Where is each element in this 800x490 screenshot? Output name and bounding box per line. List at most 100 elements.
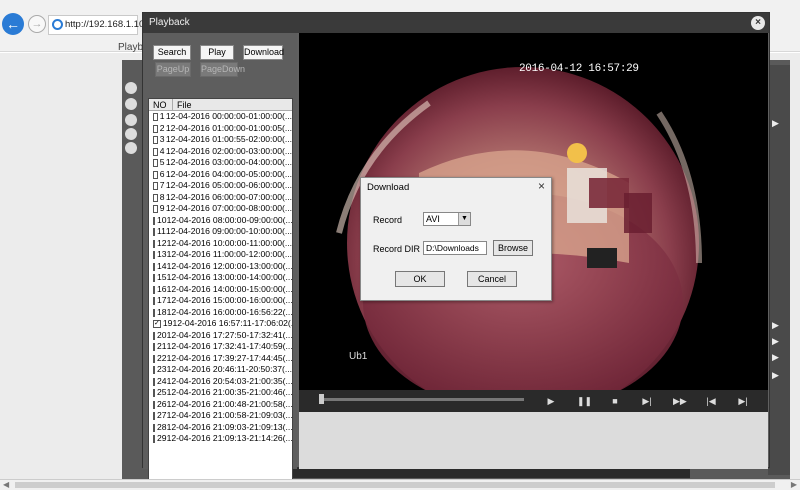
step-forward-icon[interactable]: ▶| xyxy=(641,395,653,407)
scrollbar-thumb[interactable] xyxy=(15,482,775,488)
scroll-right-icon[interactable]: ▶ xyxy=(791,480,797,489)
row-checkbox[interactable]: ✓ xyxy=(153,320,161,328)
list-item[interactable]: 16 12-04-2016 14:00:00-15:00:00(... xyxy=(149,284,292,296)
row-checkbox[interactable] xyxy=(153,389,155,397)
row-checkbox[interactable] xyxy=(153,308,155,317)
record-dir-field[interactable]: D:\Downloads xyxy=(423,241,487,255)
stop-icon[interactable]: ■ xyxy=(609,395,621,407)
row-checkbox[interactable] xyxy=(153,239,155,248)
list-item[interactable]: 28 12-04-2016 21:09:03-21:09:13(... xyxy=(149,422,292,434)
column-header-no[interactable]: NO xyxy=(149,99,173,110)
right-arrow-icon[interactable]: ▶ xyxy=(772,336,784,346)
row-checkbox[interactable] xyxy=(153,170,158,179)
row-checkbox[interactable] xyxy=(153,147,158,156)
list-item[interactable]: 22 12-04-2016 17:39:27-17:44:45(... xyxy=(149,353,292,365)
scroll-left-icon[interactable]: ◀ xyxy=(3,480,9,489)
row-checkbox[interactable] xyxy=(153,124,158,133)
list-item[interactable]: 3 12-04-2016 01:00:55-02:00:00(... xyxy=(149,134,292,146)
row-checkbox[interactable] xyxy=(153,297,155,305)
cancel-button[interactable]: Cancel xyxy=(467,271,517,287)
list-item[interactable]: 24 12-04-2016 20:54:03-21:00:35(... xyxy=(149,376,292,388)
list-item[interactable]: 2 12-04-2016 01:00:00-01:00:05(... xyxy=(149,123,292,135)
row-checkbox[interactable] xyxy=(153,274,155,282)
seek-bar[interactable] xyxy=(319,398,524,401)
column-header-file[interactable]: File xyxy=(173,99,192,110)
list-item[interactable]: 7 12-04-2016 05:00:00-06:00:00(... xyxy=(149,180,292,192)
next-icon[interactable]: ▶| xyxy=(737,395,749,407)
list-item[interactable]: ✓ 19 12-04-2016 16:57:11-17:06:02(... xyxy=(149,318,292,330)
right-arrow-icon[interactable]: ▶ xyxy=(772,320,784,330)
list-item[interactable]: 5 12-04-2016 03:00:00-04:00:00(... xyxy=(149,157,292,169)
browse-button[interactable]: Browse xyxy=(493,240,533,256)
horizontal-scrollbar[interactable]: ◀ ▶ xyxy=(0,479,800,490)
row-checkbox[interactable] xyxy=(153,423,155,432)
list-item[interactable]: 17 12-04-2016 15:00:00-16:00:00(... xyxy=(149,295,292,307)
row-checkbox[interactable] xyxy=(153,182,158,190)
right-arrow-icon[interactable]: ▶ xyxy=(772,352,784,362)
row-checkbox[interactable] xyxy=(153,331,155,340)
forward-arrow-icon[interactable]: → xyxy=(28,15,46,33)
tool-icon[interactable] xyxy=(125,82,137,94)
play-icon[interactable]: ▶ xyxy=(545,395,557,407)
record-format-select[interactable]: AVI ▼ xyxy=(423,212,471,226)
list-item[interactable]: 20 12-04-2016 17:27:50-17:32:41(... xyxy=(149,330,292,342)
right-arrow-icon[interactable]: ▶ xyxy=(772,118,784,128)
back-arrow-icon[interactable]: ← xyxy=(2,13,24,35)
list-item[interactable]: 21 12-04-2016 17:32:41-17:40:59(... xyxy=(149,341,292,353)
tool-icon[interactable] xyxy=(125,142,137,154)
list-item[interactable]: 4 12-04-2016 02:00:00-03:00:00(... xyxy=(149,146,292,158)
tool-icon[interactable] xyxy=(125,98,137,110)
search-button[interactable]: Search xyxy=(153,45,191,60)
seek-handle[interactable] xyxy=(319,394,324,404)
previous-icon[interactable]: |◀ xyxy=(705,395,717,407)
row-checkbox[interactable] xyxy=(153,159,158,167)
tool-icon[interactable] xyxy=(125,128,137,140)
address-bar[interactable]: http://192.168.1.10/ xyxy=(48,15,147,35)
list-item[interactable]: 26 12-04-2016 21:00:48-21:00:58(... xyxy=(149,399,292,411)
row-checkbox[interactable] xyxy=(153,113,158,121)
row-checkbox[interactable] xyxy=(153,251,155,259)
row-checkbox[interactable] xyxy=(153,136,158,144)
row-checkbox[interactable] xyxy=(153,193,158,202)
list-item[interactable]: 12 12-04-2016 10:00:00-11:00:00(... xyxy=(149,238,292,250)
page-down-button[interactable]: PageDown xyxy=(200,62,245,77)
row-checkbox[interactable] xyxy=(153,400,155,409)
play-button[interactable]: Play xyxy=(200,45,234,60)
list-item[interactable]: 9 12-04-2016 07:00:00-08:00:00(... xyxy=(149,203,292,215)
list-item[interactable]: 1 12-04-2016 00:00:00-01:00:00(... xyxy=(149,111,292,123)
list-item[interactable]: 14 12-04-2016 12:00:00-13:00:00(... xyxy=(149,261,292,273)
list-item[interactable]: 15 12-04-2016 13:00:00-14:00:00(... xyxy=(149,272,292,284)
list-item[interactable]: 18 12-04-2016 16:00:00-16:56:22(... xyxy=(149,307,292,319)
ok-button[interactable]: OK xyxy=(395,271,445,287)
list-item[interactable]: 23 12-04-2016 20:46:11-20:50:37(... xyxy=(149,364,292,376)
row-checkbox[interactable] xyxy=(153,216,155,225)
list-item[interactable]: 6 12-04-2016 04:00:00-05:00:00(... xyxy=(149,169,292,181)
row-checkbox[interactable] xyxy=(153,412,155,420)
row-checkbox[interactable] xyxy=(153,343,155,351)
list-item[interactable]: 27 12-04-2016 21:00:58-21:09:03(... xyxy=(149,410,292,422)
row-checkbox[interactable] xyxy=(153,205,158,213)
right-arrow-icon[interactable]: ▶ xyxy=(772,370,784,380)
list-item[interactable]: 25 12-04-2016 21:00:35-21:00:46(... xyxy=(149,387,292,399)
row-checkbox[interactable] xyxy=(153,377,155,386)
download-button[interactable]: Download xyxy=(243,45,284,60)
chevron-down-icon[interactable]: ▼ xyxy=(458,213,470,225)
row-checkbox[interactable] xyxy=(153,285,155,294)
list-item[interactable]: 13 12-04-2016 11:00:00-12:00:00(... xyxy=(149,249,292,261)
list-item[interactable]: 11 12-04-2016 09:00:00-10:00:00(... xyxy=(149,226,292,238)
row-number: 27 xyxy=(157,410,167,420)
row-checkbox[interactable] xyxy=(153,366,155,374)
row-checkbox[interactable] xyxy=(153,435,155,443)
close-icon[interactable]: × xyxy=(751,16,765,30)
close-icon[interactable]: × xyxy=(538,179,545,193)
row-checkbox[interactable] xyxy=(153,228,155,236)
page-up-button[interactable]: PageUp xyxy=(155,62,191,77)
list-item[interactable]: 8 12-04-2016 06:00:00-07:00:00(... xyxy=(149,192,292,204)
row-checkbox[interactable] xyxy=(153,262,155,271)
list-item[interactable]: 29 12-04-2016 21:09:13-21:14:26(... xyxy=(149,433,292,445)
row-checkbox[interactable] xyxy=(153,354,155,363)
list-item[interactable]: 10 12-04-2016 08:00:00-09:00:00(... xyxy=(149,215,292,227)
tool-icon[interactable] xyxy=(125,114,137,126)
pause-icon[interactable]: ❚❚ xyxy=(577,395,592,407)
fast-forward-icon[interactable]: ▶▶ xyxy=(673,395,687,407)
